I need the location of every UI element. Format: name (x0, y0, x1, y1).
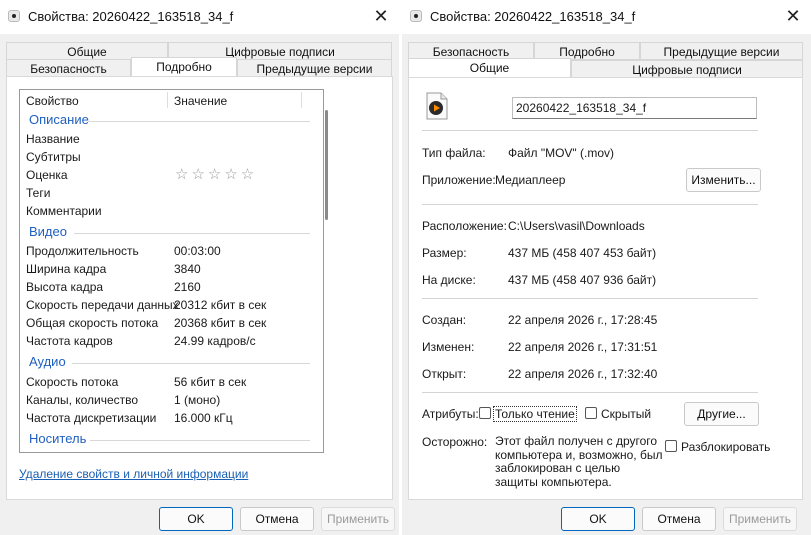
property-value: 24.99 кадров/с (174, 334, 256, 348)
property-value: 00:03:00 (174, 244, 221, 258)
property-name: Скорость передачи данных (26, 298, 179, 312)
group-header-description: Описание (29, 112, 89, 127)
property-value: 20312 кбит в сек (174, 298, 267, 312)
property-value: 1 (моно) (174, 393, 221, 407)
property-name: Частота кадров (26, 334, 113, 348)
ok-button[interactable]: OK (159, 507, 233, 531)
unblock-checkbox[interactable] (665, 440, 677, 452)
warning-label: Осторожно: (422, 435, 488, 449)
property-value: 20368 кбит в сек (174, 316, 267, 330)
media-player-file-icon (425, 92, 449, 120)
tab-details[interactable]: Подробно (131, 57, 237, 77)
title-bar: Свойства: 20260422_163518_34_f ✕ (0, 0, 399, 34)
property-name: Продолжительность (26, 244, 139, 258)
properties-list[interactable]: Свойство Значение Описание Название Субт… (19, 89, 328, 453)
location-label: Расположение: (422, 219, 507, 233)
other-attributes-button[interactable]: Другие... (684, 402, 759, 426)
column-header-property[interactable]: Свойство (26, 94, 79, 108)
properties-window-general: Свойства: 20260422_163518_34_f ✕ Безопас… (402, 0, 811, 535)
location-value: C:\Users\vasil\Downloads (508, 219, 645, 233)
property-value: 16.000 кГц (174, 411, 233, 425)
video-file-icon (410, 10, 422, 22)
filename-input[interactable]: 20260422_163518_34_f (512, 97, 757, 119)
property-name: Субтитры (26, 150, 81, 164)
created-label: Создан: (422, 313, 467, 327)
disk-size-label: На диске: (422, 273, 476, 287)
title-bar: Свойства: 20260422_163518_34_f ✕ (402, 0, 811, 34)
group-header-video: Видео (29, 224, 67, 239)
modified-value: 22 апреля 2026 г., 17:31:51 (508, 340, 658, 354)
property-name: Теги (26, 186, 51, 200)
size-label: Размер: (422, 246, 467, 260)
ok-button[interactable]: OK (561, 507, 635, 531)
column-header-value[interactable]: Значение (174, 94, 227, 108)
created-value: 22 апреля 2026 г., 17:28:45 (508, 313, 658, 327)
hidden-checkbox[interactable] (585, 407, 597, 419)
property-name: Ширина кадра (26, 262, 107, 276)
close-icon[interactable]: ✕ (783, 6, 803, 26)
property-name: Частота дискретизации (26, 411, 157, 425)
tab-previous-versions[interactable]: Предыдущие версии (237, 59, 392, 77)
window-title: Свойства: 20260422_163518_34_f (28, 9, 234, 24)
size-value: 437 МБ (458 407 453 байт) (508, 246, 657, 260)
rating-stars[interactable]: ☆☆☆☆☆ (175, 165, 257, 183)
property-name: Высота кадра (26, 280, 104, 294)
app-label: Приложение: (422, 173, 496, 187)
warning-text: Этот файл получен с другого компьютера и… (495, 434, 663, 489)
cancel-button[interactable]: Отмена (642, 507, 716, 531)
property-value: 56 кбит в сек (174, 375, 247, 389)
property-name: Общая скорость потока (26, 316, 159, 330)
filename-text: 20260422_163518_34_f (516, 101, 647, 115)
tab-security[interactable]: Безопасность (6, 59, 131, 77)
properties-window-details: Свойства: 20260422_163518_34_f ✕ Общие Ц… (0, 0, 399, 535)
apply-button[interactable]: Применить (723, 507, 797, 531)
file-type-label: Тип файла: (422, 146, 486, 160)
general-panel: 20260422_163518_34_f Тип файла: Файл "MO… (408, 77, 803, 500)
disk-size-value: 437 МБ (458 407 936 байт) (508, 273, 657, 287)
property-name: Скорость потока (26, 375, 119, 389)
readonly-checkbox[interactable] (479, 407, 491, 419)
tab-digital-signatures[interactable]: Цифровые подписи (571, 60, 803, 78)
tab-previous-versions[interactable]: Предыдущие версии (640, 42, 803, 60)
video-file-icon (8, 10, 20, 22)
change-app-button[interactable]: Изменить... (686, 168, 761, 192)
hidden-label[interactable]: Скрытый (601, 407, 651, 421)
property-name: Комментарии (26, 204, 102, 218)
property-name: Название (26, 132, 80, 146)
group-header-audio: Аудио (29, 354, 66, 369)
cancel-button[interactable]: Отмена (240, 507, 314, 531)
unblock-label[interactable]: Разблокировать (681, 440, 802, 454)
apply-button[interactable]: Применить (321, 507, 395, 531)
file-type-value: Файл "MOV" (.mov) (508, 146, 615, 160)
window-title: Свойства: 20260422_163518_34_f (430, 9, 636, 24)
remove-properties-link[interactable]: Удаление свойств и личной информации (19, 467, 248, 481)
opened-value: 22 апреля 2026 г., 17:32:40 (508, 367, 658, 381)
readonly-label[interactable]: Только чтение (493, 406, 577, 422)
property-value: 2160 (174, 280, 201, 294)
property-name: Каналы, количество (26, 393, 139, 407)
details-panel: Свойство Значение Описание Название Субт… (6, 76, 393, 500)
tab-general[interactable]: Общие (408, 58, 571, 78)
app-value: Медиаплеер (495, 173, 566, 187)
modified-label: Изменен: (422, 340, 475, 354)
group-header-media: Носитель (29, 431, 87, 446)
close-icon[interactable]: ✕ (371, 6, 391, 26)
opened-label: Открыт: (422, 367, 467, 381)
attributes-label: Атрибуты: (422, 407, 479, 421)
property-name: Оценка (26, 168, 68, 182)
property-value: 3840 (174, 262, 201, 276)
scrollbar-thumb[interactable] (325, 110, 328, 220)
